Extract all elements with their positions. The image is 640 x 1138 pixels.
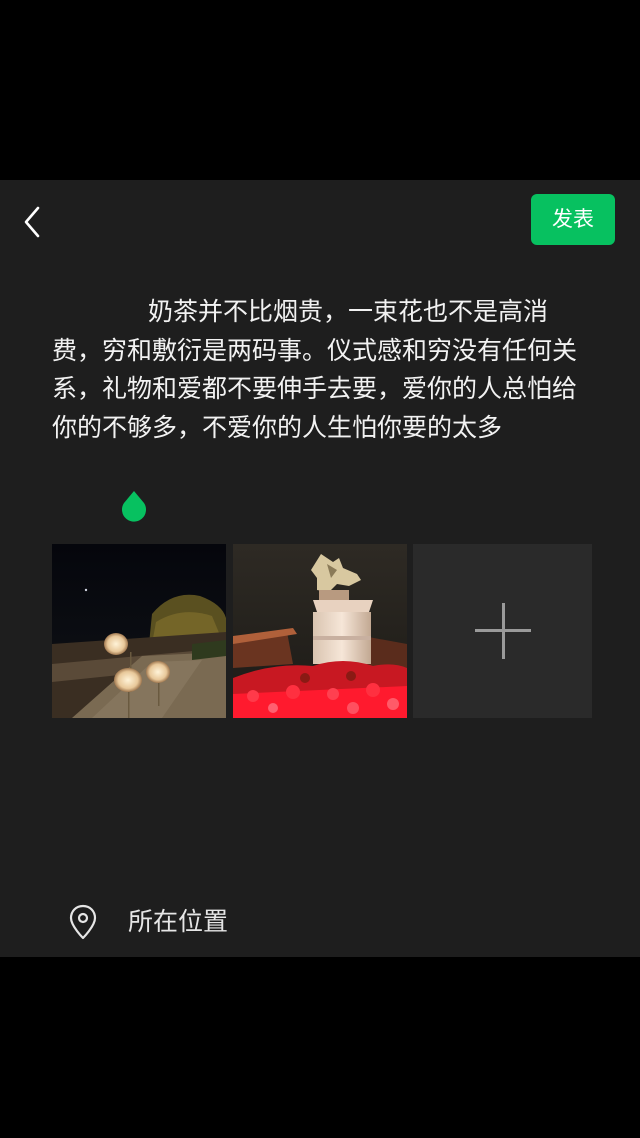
compose-screen: 发表 奶茶并不比烟贵，一束花也不是高消费，穷和敷衍是两码事。仪式感和穷没有任何关… xyxy=(0,180,640,957)
photo-thumbnail-2[interactable] xyxy=(233,544,407,718)
back-button[interactable] xyxy=(16,202,50,242)
plus-icon-vertical xyxy=(501,603,505,659)
location-label: 所在位置 xyxy=(128,907,229,936)
cursor-handle-icon xyxy=(122,491,146,522)
post-text-input[interactable]: 奶茶并不比烟贵，一束花也不是高消费，穷和敷衍是两码事。仪式感和穷没有任何关系，礼… xyxy=(52,293,592,447)
photo-thumbnail-1[interactable] xyxy=(52,544,226,718)
photo-monument xyxy=(233,544,407,718)
location-pin-icon xyxy=(69,904,97,940)
text-cursor-handle[interactable] xyxy=(120,490,148,524)
photo-night-park xyxy=(52,544,226,718)
location-row[interactable]: 所在位置 xyxy=(64,900,604,944)
add-photo-button[interactable] xyxy=(413,544,592,718)
post-button[interactable]: 发表 xyxy=(531,194,615,245)
chevron-left-icon xyxy=(24,206,40,238)
